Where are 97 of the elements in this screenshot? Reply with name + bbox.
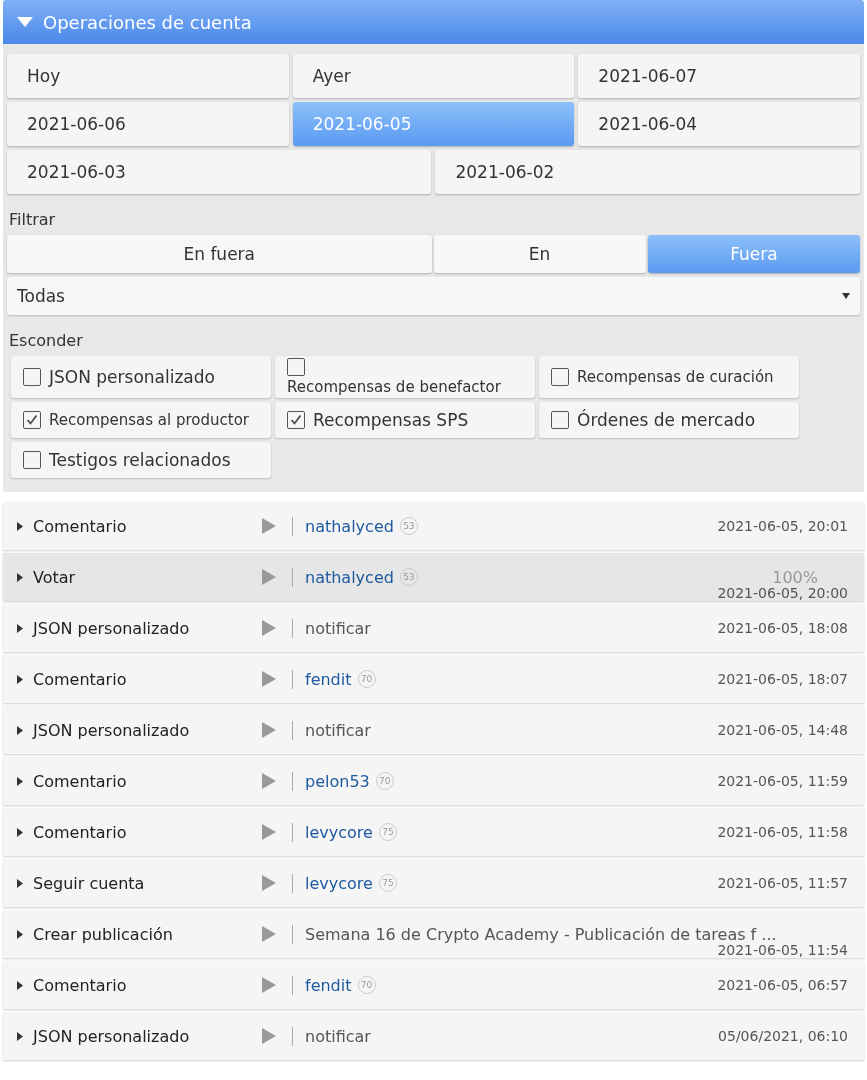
operation-type[interactable]: Comentario [17, 669, 262, 689]
operation-type[interactable]: Seguir cuenta [17, 873, 262, 893]
operation-row[interactable]: Comentario nathalyced 53 2021-06-05, 20:01 [3, 502, 864, 550]
operation-date: 2021-06-05, 11:58 [716, 824, 848, 840]
section-label: Esconder [8, 330, 84, 352]
play-icon[interactable] [262, 671, 276, 687]
operation-type[interactable]: Votar [17, 567, 262, 587]
expand-icon[interactable] [17, 1031, 23, 1041]
date-button[interactable]: Ayer [292, 54, 575, 98]
checkbox[interactable] [551, 411, 569, 429]
operation-date: 2021-06-05, 11:54 [717, 942, 848, 958]
operation-detail: notificar [305, 720, 371, 740]
panel-title: Operaciones de cuenta [43, 11, 252, 33]
operation-row[interactable]: Comentario levycore 75 2021-06-05, 11:58 [3, 808, 864, 856]
operation-date: 2021-06-05, 11:57 [716, 875, 848, 891]
play-icon[interactable] [262, 926, 276, 942]
play-icon[interactable] [262, 773, 276, 789]
play-icon[interactable] [262, 824, 276, 840]
account-link[interactable]: levycore [305, 822, 373, 842]
operation-row[interactable]: Comentario pelon53 70 2021-06-05, 11:59 [3, 757, 864, 805]
checkbox-option[interactable]: Recompensas SPS [275, 402, 535, 438]
check-icon [290, 414, 302, 426]
checkbox[interactable] [23, 451, 41, 469]
checkbox[interactable] [287, 358, 305, 376]
operation-row[interactable]: JSON personalizado notificar 2021-06-05, 14:48 [3, 706, 864, 754]
checkbox-option[interactable]: Órdenes de mercado [539, 402, 799, 438]
type-dropdown[interactable]: Todas [7, 277, 860, 315]
expand-icon[interactable] [17, 623, 23, 633]
expand-icon[interactable] [17, 878, 23, 888]
checkbox-option[interactable]: Testigos relacionados [11, 442, 271, 478]
operation-date: 05/06/2021, 06:10 [717, 1028, 848, 1044]
expand-icon[interactable] [17, 776, 23, 786]
checkbox[interactable] [23, 368, 41, 386]
expand-icon[interactable] [17, 929, 23, 939]
account-link[interactable]: fendit [305, 975, 352, 995]
operation-row[interactable]: Crear publicación Semana 16 de Crypto Academy - Publicación de tareas f ... 2021-06-05, 11:54 [3, 910, 864, 958]
play-icon[interactable] [262, 875, 276, 891]
expand-icon[interactable] [17, 980, 23, 990]
caret-icon [17, 17, 33, 27]
operation-type[interactable]: Comentario [17, 516, 262, 536]
caret-icon [842, 293, 850, 299]
checkbox[interactable] [551, 368, 569, 386]
checkbox[interactable] [287, 411, 305, 429]
account-link[interactable]: fendit [305, 669, 352, 689]
section-label: Filtrar [8, 209, 57, 231]
date-button[interactable]: 2021-06-04 [578, 102, 860, 146]
account-link[interactable]: nathalyced [305, 516, 394, 536]
play-icon[interactable] [262, 977, 276, 993]
operation-date: 2021-06-05, 20:00 [717, 585, 848, 601]
operation-row[interactable]: Votar nathalyced 53 100% 2021-06-05, 20:00 [3, 553, 864, 601]
operation-date: 2021-06-05, 14:48 [716, 722, 848, 738]
account-link[interactable]: levycore [305, 873, 373, 893]
filter-tab[interactable]: En fuera [7, 235, 432, 273]
operation-row[interactable]: Comentario fendit 70 2021-06-05, 06:57 [3, 961, 864, 1009]
date-button[interactable]: 2021-06-07 [578, 54, 860, 98]
checkbox-option[interactable]: Recompensas de curación [539, 356, 799, 398]
date-button[interactable]: Hoy [7, 54, 289, 98]
operation-row[interactable]: Seguir cuenta levycore 75 2021-06-05, 11:57 [3, 859, 864, 907]
checkbox-option[interactable]: Recompensas de benefactor [275, 356, 535, 398]
check-icon [26, 414, 38, 426]
expand-icon[interactable] [17, 572, 23, 582]
expand-icon[interactable] [17, 725, 23, 735]
play-icon[interactable] [262, 518, 276, 534]
operation-date: 2021-06-05, 20:01 [716, 518, 848, 534]
operation-detail: notificar [305, 618, 371, 638]
expand-icon[interactable] [17, 827, 23, 837]
operation-type[interactable]: Comentario [17, 975, 262, 995]
operation-row[interactable]: JSON personalizado notificar 05/06/2021, 06:10 [3, 1012, 864, 1060]
operation-date: 2021-06-05, 11:59 [716, 773, 848, 789]
account-link[interactable]: nathalyced [305, 567, 394, 587]
operation-date: 2021-06-05, 06:57 [716, 977, 848, 993]
date-button[interactable]: 2021-06-06 [7, 102, 289, 146]
expand-icon[interactable] [17, 521, 23, 531]
checkbox-option[interactable]: JSON personalizado [11, 356, 271, 398]
operation-type[interactable]: JSON personalizado [17, 1026, 262, 1046]
play-icon[interactable] [262, 1028, 276, 1044]
date-button[interactable]: 2021-06-02 [435, 150, 860, 194]
operation-row[interactable]: Comentario fendit 70 2021-06-05, 18:07 [3, 655, 864, 703]
operation-date: 2021-06-05, 18:07 [716, 671, 848, 687]
operation-type[interactable]: Crear publicación [17, 924, 262, 944]
operation-type[interactable]: Comentario [17, 822, 262, 842]
play-icon[interactable] [262, 722, 276, 738]
operation-type[interactable]: JSON personalizado [17, 720, 262, 740]
operation-detail: notificar [305, 1026, 371, 1046]
operation-detail: Semana 16 de Crypto Academy - Publicación de tareas f ... [305, 924, 777, 944]
operation-type[interactable]: JSON personalizado [17, 618, 262, 638]
vote-weight: 100% [772, 567, 818, 587]
checkbox-option[interactable]: Recompensas al productor [11, 402, 271, 438]
account-link[interactable]: pelon53 [305, 771, 370, 791]
operation-type[interactable]: Comentario [17, 771, 262, 791]
date-button[interactable]: 2021-06-03 [7, 150, 432, 194]
play-icon[interactable] [262, 620, 276, 636]
operation-date: 2021-06-05, 18:08 [716, 620, 848, 636]
operation-row[interactable]: JSON personalizado notificar 2021-06-05, 18:08 [3, 604, 864, 652]
filter-tab[interactable]: En [433, 235, 646, 273]
checkbox[interactable] [23, 411, 41, 429]
expand-icon[interactable] [17, 674, 23, 684]
